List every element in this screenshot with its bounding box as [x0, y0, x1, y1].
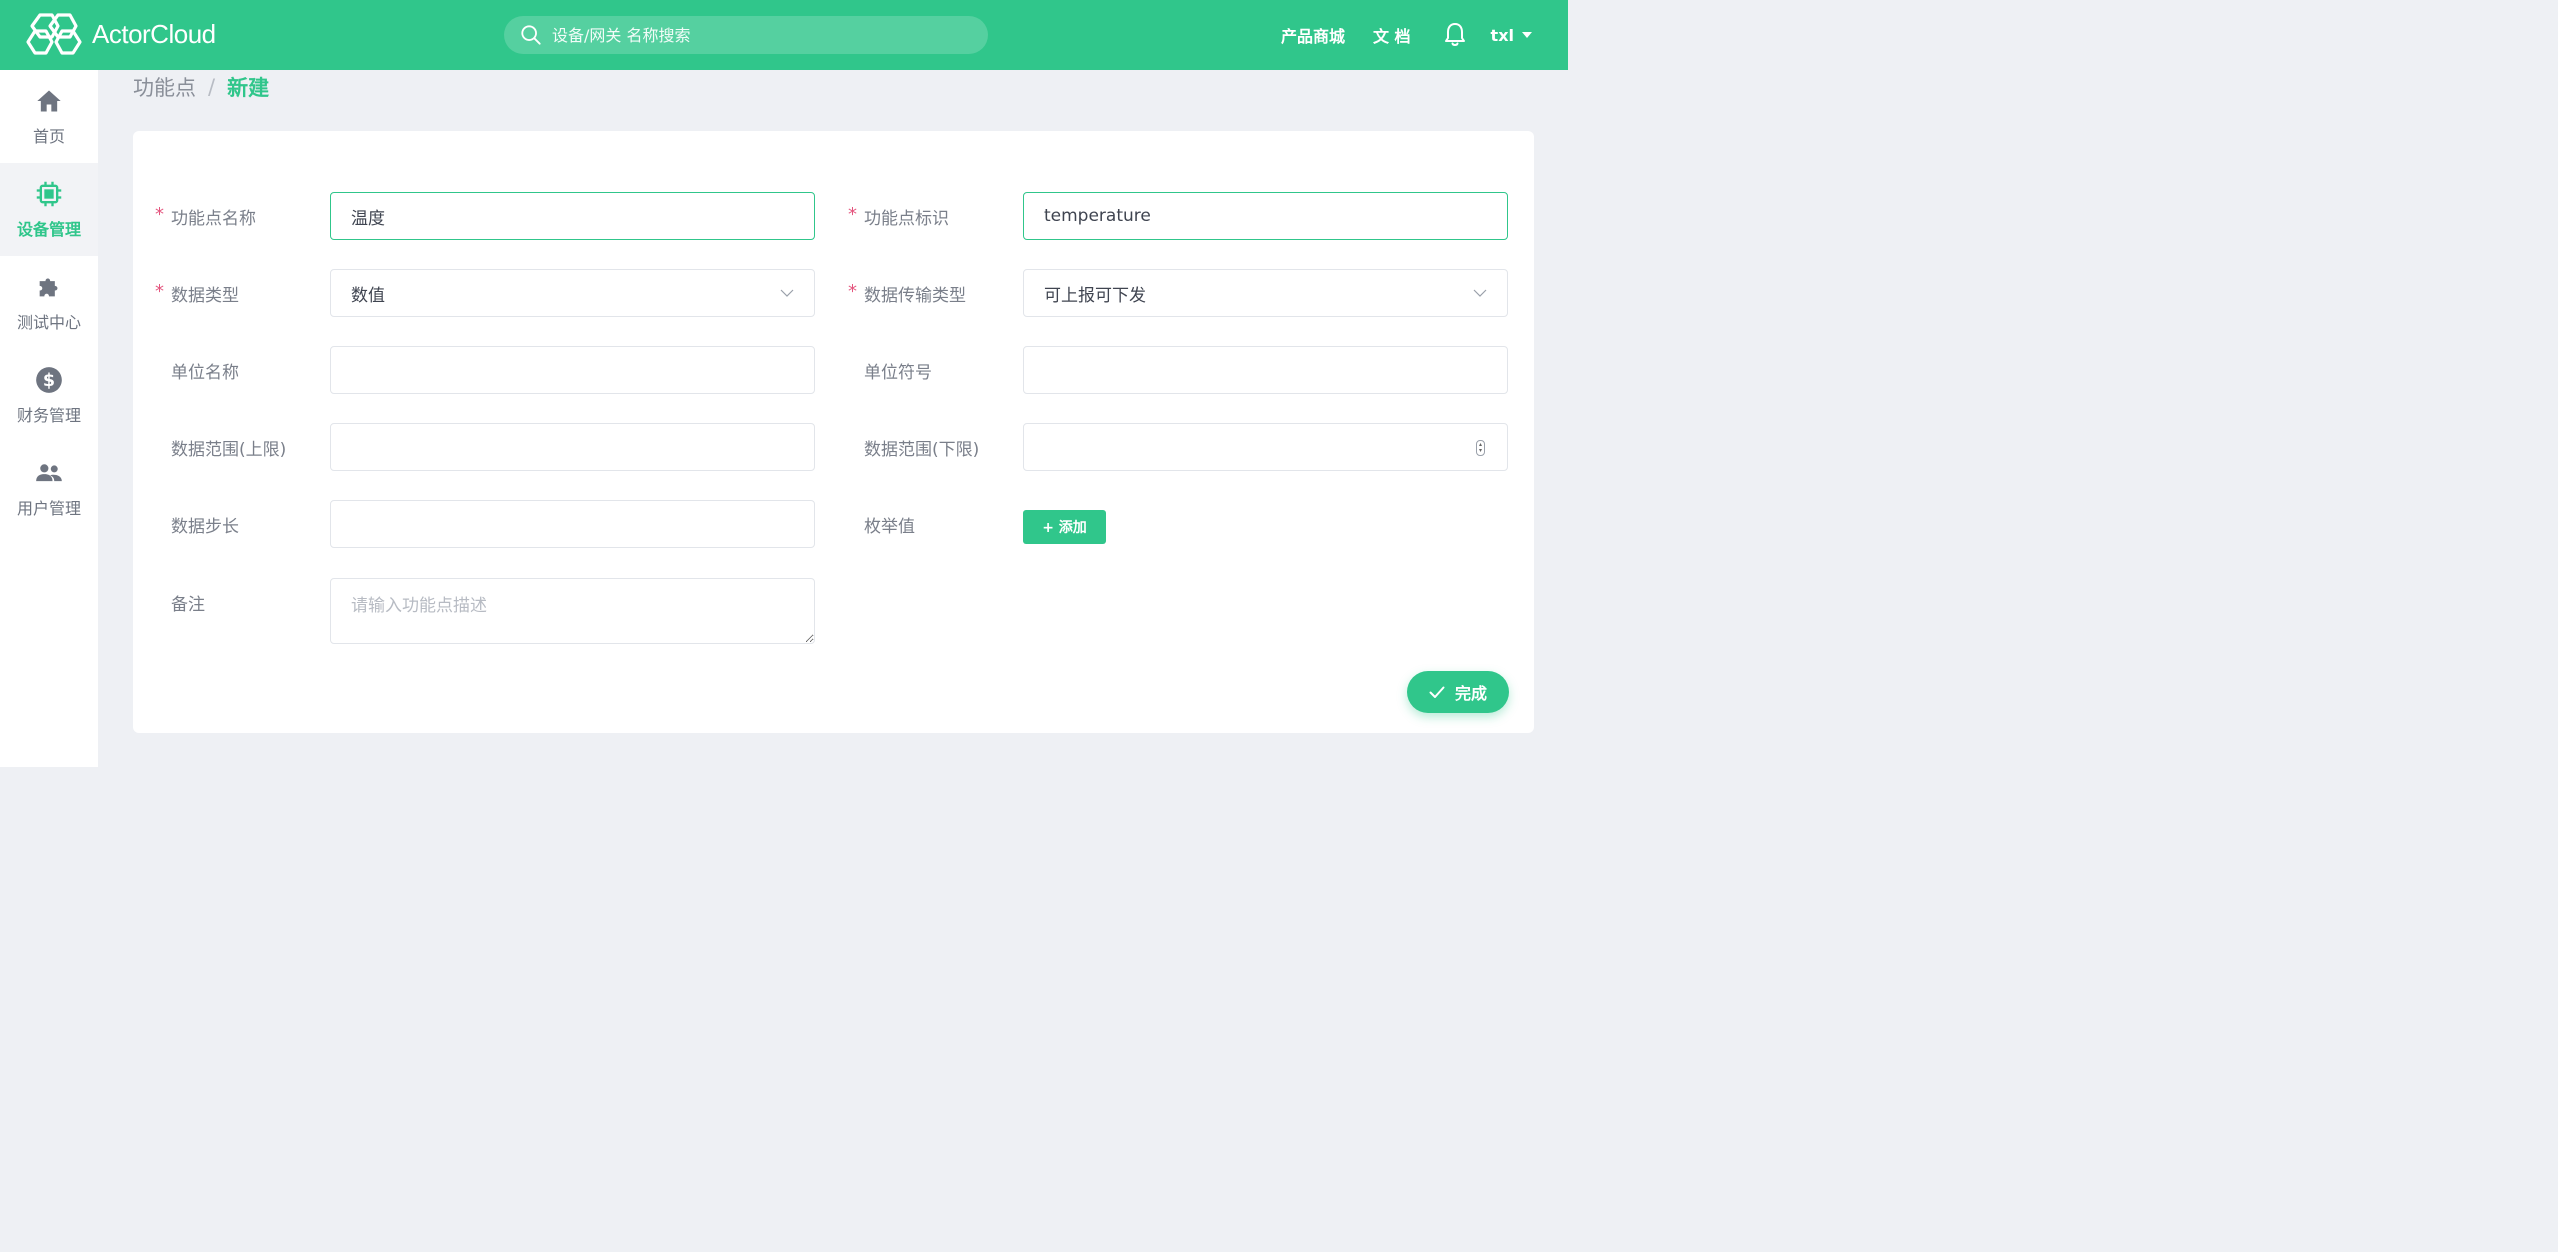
svg-text:$: $ [43, 370, 55, 390]
search-input[interactable] [552, 25, 952, 45]
range-min-label: 数据范围(下限) [864, 439, 980, 460]
sidebar-item-test-center[interactable]: 测试中心 [0, 256, 98, 349]
unit-symbol-input[interactable] [1023, 346, 1508, 394]
unit-symbol-label: 单位符号 [864, 362, 932, 383]
user-name: txl [1490, 25, 1514, 45]
nav-link-docs[interactable]: 文 档 [1373, 23, 1411, 47]
logo-hexagons-icon [26, 13, 82, 55]
name-input[interactable] [330, 192, 815, 240]
sidebar-item-finance[interactable]: $ 财务管理 [0, 349, 98, 442]
sidebar-item-label: 首页 [32, 126, 65, 146]
search-icon [521, 25, 541, 45]
range-min-input[interactable]: ▴ ▾ [1023, 423, 1508, 471]
data-type-label-text: 数据类型 [171, 285, 239, 306]
users-icon [36, 463, 62, 481]
required-mark: * [848, 204, 857, 225]
bell-icon[interactable] [1443, 22, 1467, 48]
sidebar-item-label: 用户管理 [16, 498, 81, 518]
required-mark: * [848, 281, 857, 302]
required-mark: * [155, 204, 164, 225]
data-type-label: * 数据类型 [155, 269, 239, 317]
chevron-down-icon [780, 289, 794, 297]
transfer-type-select[interactable]: 可上报可下发 [1023, 269, 1508, 317]
sidebar-item-label: 设备管理 [16, 219, 81, 239]
check-icon [1429, 686, 1445, 698]
data-type-value: 数值 [351, 285, 385, 306]
caret-down-icon [1522, 32, 1532, 38]
form-card: * 功能点名称 * 功能点标识 * 数据类型 数值 * 数据传输类型 可上报可下… [133, 131, 1534, 733]
sidebar-item-device-management[interactable]: 设备管理 [0, 163, 98, 256]
done-button-label: 完成 [1454, 684, 1487, 703]
transfer-type-label: * 数据传输类型 [848, 269, 966, 317]
transfer-type-value: 可上报可下发 [1044, 285, 1146, 306]
breadcrumb: 功能点 / 新建 [133, 72, 269, 102]
step-input[interactable] [330, 500, 815, 548]
enum-label: 枚举值 [864, 516, 915, 537]
done-button[interactable]: 完成 [1407, 671, 1509, 713]
name-label-text: 功能点名称 [171, 208, 256, 229]
name-label: * 功能点名称 [155, 192, 256, 240]
identifier-label: * 功能点标识 [848, 192, 949, 240]
top-nav: 产品商城 文 档 txl [1281, 0, 1568, 70]
add-enum-button[interactable]: + 添加 [1023, 510, 1106, 544]
unit-name-label: 单位名称 [171, 362, 239, 383]
top-bar: ActorCloud 产品商城 文 档 txl [0, 0, 1568, 70]
number-spinner-icon[interactable]: ▴ ▾ [1476, 440, 1485, 456]
sidebar: 首页 设备管理 测试中心 $ 财务管理 用户管理 [0, 70, 98, 767]
required-mark: * [155, 281, 164, 302]
home-icon [37, 90, 61, 111]
identifier-label-text: 功能点标识 [864, 208, 949, 229]
breadcrumb-current: 新建 [227, 76, 270, 100]
sidebar-item-user-management[interactable]: 用户管理 [0, 442, 98, 535]
remark-label: 备注 [171, 594, 205, 615]
step-label: 数据步长 [171, 516, 239, 537]
data-type-select[interactable]: 数值 [330, 269, 815, 317]
remark-textarea[interactable] [330, 578, 815, 644]
nav-link-shop[interactable]: 产品商城 [1281, 23, 1345, 47]
transfer-type-label-text: 数据传输类型 [864, 285, 966, 306]
puzzle-icon [39, 278, 58, 296]
dollar-icon: $ [36, 366, 62, 393]
logo-text: ActorCloud [92, 18, 216, 49]
sidebar-item-label: 财务管理 [16, 405, 81, 425]
range-max-label: 数据范围(上限) [171, 439, 287, 460]
chip-icon [36, 181, 62, 206]
breadcrumb-separator: / [208, 75, 216, 99]
breadcrumb-parent[interactable]: 功能点 [133, 72, 196, 102]
range-max-input[interactable] [330, 423, 815, 471]
unit-name-input[interactable] [330, 346, 815, 394]
search-box[interactable] [504, 16, 988, 54]
chevron-down-icon [1473, 289, 1487, 297]
sidebar-item-home[interactable]: 首页 [0, 70, 98, 163]
user-menu[interactable]: txl [1491, 26, 1532, 45]
identifier-input[interactable] [1023, 192, 1508, 240]
sidebar-item-label: 测试中心 [16, 312, 81, 332]
logo[interactable]: ActorCloud [24, 12, 216, 56]
